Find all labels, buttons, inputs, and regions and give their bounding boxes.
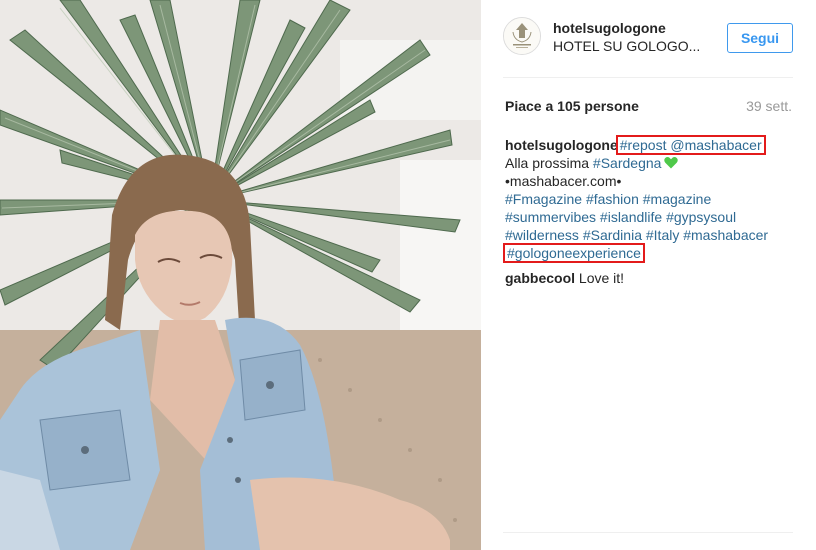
post-timestamp[interactable]: 39 sett. [746,98,792,114]
photo-illustration [0,0,481,550]
hashtag-gologoneexperience[interactable]: #gologoneexperience [507,245,641,261]
caption-line-3: •mashabacer.com• [505,173,622,189]
post-location[interactable]: HOTEL SU GOLOGO... [553,38,700,54]
caption-line-5: #summervibes #islandlife #gypsysoul [505,208,795,226]
hashtag-fmagazine[interactable]: #Fmagazine [505,191,582,207]
hashtag-sardinia[interactable]: #Sardinia [583,227,642,243]
caption-line-7: #gologoneexperience [503,243,795,263]
green-heart-icon [664,156,679,169]
hotel-logo-icon [504,18,540,54]
caption-line-2: Alla prossima #Sardegna [505,154,795,172]
hashtag-summervibes[interactable]: #summervibes [505,209,596,225]
hashtag-sardegna[interactable]: #Sardegna [593,155,662,171]
likes-count[interactable]: Piace a 105 persone [505,98,639,114]
hashtag-islandlife[interactable]: #islandlife [600,209,662,225]
post-photo[interactable] [0,0,481,550]
gologone-highlight-box: #gologoneexperience [503,243,645,263]
hashtag-fashion[interactable]: #fashion [586,191,639,207]
post-details-panel: hotelsugologone HOTEL SU GOLOGO... Segui… [481,0,816,550]
comment-text: Love it! [578,270,625,286]
post-username[interactable]: hotelsugologone [553,20,666,36]
repost-highlight-box: #repost @mashabacer [615,135,766,155]
hashtag-magazine[interactable]: #magazine [643,191,712,207]
avatar[interactable] [503,17,541,55]
post-header: hotelsugologone HOTEL SU GOLOGO... Segui [503,17,793,61]
hashtag-gypsysoul[interactable]: #gypsysoul [666,209,736,225]
mention-mashabacer[interactable]: @mashabacer [670,137,761,153]
hashtag-italy[interactable]: #Italy [646,227,679,243]
hashtag-mashabacer[interactable]: #mashabacer [683,227,768,243]
caption-text: Alla prossima [505,155,593,171]
caption-author[interactable]: hotelsugologone [505,137,618,153]
hashtag-wilderness[interactable]: #wilderness [505,227,579,243]
caption-line-4: #Fmagazine #fashion #magazine [505,190,795,208]
post-caption: hotelsugologone #repost @mashabacer Alla … [503,135,795,263]
bottom-divider [503,532,793,533]
caption-line-1: hotelsugologone #repost @mashabacer [505,135,795,155]
comment: gabbecool Love it! [505,269,624,287]
header-divider [503,77,793,78]
comment-author[interactable]: gabbecool [505,270,575,286]
caption-line-6: #wilderness #Sardinia #Italy #mashabacer [505,226,795,244]
follow-button[interactable]: Segui [727,23,793,53]
hashtag-repost[interactable]: #repost [620,137,667,153]
